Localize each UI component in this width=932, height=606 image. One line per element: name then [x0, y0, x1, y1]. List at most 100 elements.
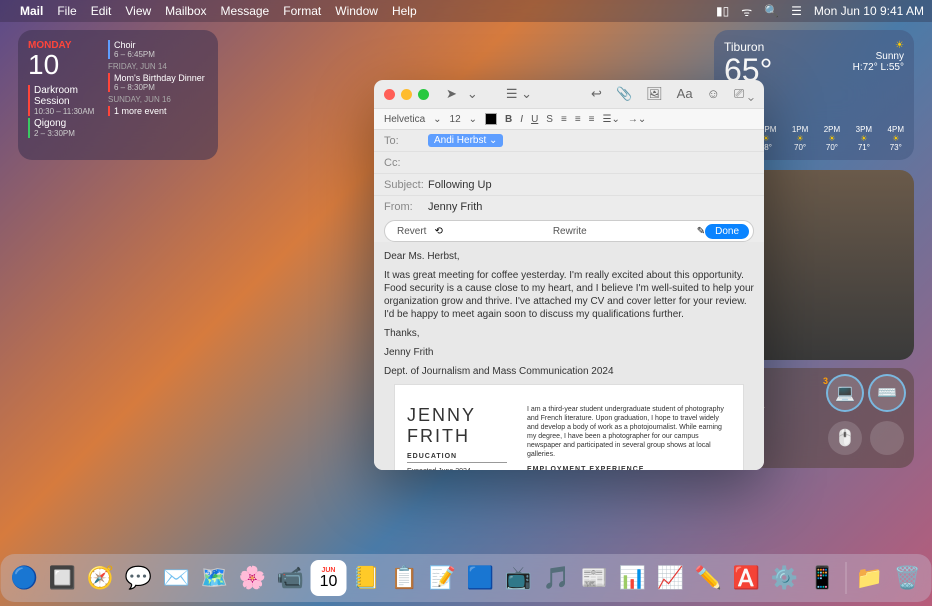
bold-button[interactable]: B: [505, 114, 512, 125]
dock-notes[interactable]: 📝: [425, 560, 461, 596]
control-center-icon[interactable]: ☰: [791, 4, 802, 18]
photo-icon[interactable]: 🖼: [646, 86, 663, 102]
rewrite-label: Rewrite: [443, 226, 697, 237]
dock-trash[interactable]: 🗑️: [890, 560, 926, 596]
from-label: From:: [384, 201, 428, 213]
dock: 🔵 🔲 🧭 💬 ✉️ 🗺️ 🌸 📹 JUN10 📒 📋 📝 🟦 📺 🎵 📰 📊 …: [1, 554, 932, 602]
dock-photos[interactable]: 🌸: [235, 560, 271, 596]
reply-icon[interactable]: ↩︎: [591, 86, 602, 102]
menu-message[interactable]: Message: [221, 4, 270, 18]
list-icon[interactable]: ☰⌄: [603, 114, 620, 125]
event-time: 2 – 3:30PM: [34, 129, 108, 138]
wifi-icon[interactable]: ᯤ: [741, 3, 752, 20]
subject-field[interactable]: Following Up: [428, 179, 492, 191]
menu-help[interactable]: Help: [392, 4, 417, 18]
align-right-icon[interactable]: ≡: [589, 114, 595, 125]
event-title: Mom's Birthday Dinner: [114, 73, 208, 83]
markup-icon[interactable]: ⎚ ⌄: [734, 86, 754, 102]
from-field[interactable]: Jenny Frith: [428, 201, 482, 213]
zoom-button[interactable]: [418, 89, 429, 100]
keyboard-icon[interactable]: ⌨️: [870, 376, 904, 410]
dock-news[interactable]: 📰: [577, 560, 613, 596]
attachment-preview[interactable]: JENNYFRITH EDUCATION Expected June 2024 …: [394, 384, 744, 470]
dock-finder[interactable]: 🔵: [7, 560, 43, 596]
dock-iphone-mirror[interactable]: 📱: [805, 560, 841, 596]
dock-launchpad[interactable]: 🔲: [45, 560, 81, 596]
dock-appstore[interactable]: 🅰️: [729, 560, 765, 596]
to-chip[interactable]: Andi Herbst ⌄: [428, 134, 503, 147]
menu-file[interactable]: File: [57, 4, 76, 18]
dock-contacts[interactable]: 📒: [349, 560, 385, 596]
day-label: FRIDAY, JUN 14: [108, 62, 208, 71]
clock[interactable]: Mon Jun 10 9:41 AM: [814, 4, 924, 18]
menu-mailbox[interactable]: Mailbox: [165, 4, 206, 18]
italic-button[interactable]: I: [520, 114, 523, 125]
attachment-name: JENNYFRITH: [407, 405, 507, 447]
dock-keynote[interactable]: 📊: [615, 560, 651, 596]
body-signature: Jenny Frith: [384, 346, 754, 359]
body-thanks: Thanks,: [384, 327, 754, 340]
laptop-icon[interactable]: 💻: [828, 376, 862, 410]
align-left-icon[interactable]: ≡: [561, 114, 567, 125]
event-title: Choir: [114, 40, 208, 50]
dock-messages[interactable]: 💬: [121, 560, 157, 596]
rewrite-icon[interactable]: ✎: [697, 226, 705, 237]
dock-downloads[interactable]: 📁: [852, 560, 888, 596]
subject-label: Subject:: [384, 179, 428, 191]
dock-facetime[interactable]: 📹: [273, 560, 309, 596]
dock-maps[interactable]: 🗺️: [197, 560, 233, 596]
dock-calendar[interactable]: JUN10: [311, 560, 347, 596]
sun-icon: ☀︎: [853, 40, 904, 51]
header-fields-icon[interactable]: ☰ ⌄: [506, 86, 532, 102]
empty-icon[interactable]: [870, 421, 904, 455]
minimize-button[interactable]: [401, 89, 412, 100]
section-header: EDUCATION: [407, 453, 507, 463]
underline-button[interactable]: U: [531, 114, 538, 125]
indent-icon[interactable]: →⌄: [628, 114, 646, 125]
edu-entry: Expected June 2024 BACHELOR OF FINE ARTS…: [407, 467, 507, 470]
revert-button[interactable]: Revert: [389, 224, 434, 239]
emoji-icon[interactable]: ☺: [707, 86, 720, 102]
align-center-icon[interactable]: ≡: [575, 114, 581, 125]
dock-reminders[interactable]: 📋: [387, 560, 423, 596]
battery-icon[interactable]: ▮▯: [716, 4, 729, 18]
menu-window[interactable]: Window: [335, 4, 378, 18]
strike-button[interactable]: S: [546, 114, 553, 125]
titlebar[interactable]: ➤ ⌄ ☰ ⌄ ↩︎ 📎 🖼 Aa ☺ ⎚ ⌄: [374, 80, 764, 108]
send-icon[interactable]: ➤: [446, 86, 457, 102]
event-time: 10:30 – 11:30AM: [34, 107, 108, 116]
calendar-day: 10: [28, 51, 108, 79]
dock-safari[interactable]: 🧭: [83, 560, 119, 596]
font-select[interactable]: Helvetica: [384, 114, 425, 125]
dock-music[interactable]: 🎵: [539, 560, 575, 596]
close-button[interactable]: [384, 89, 395, 100]
chevron-down-icon[interactable]: ⌄: [433, 114, 441, 125]
dock-freeform[interactable]: 🟦: [463, 560, 499, 596]
menu-view[interactable]: View: [125, 4, 151, 18]
mouse-icon[interactable]: 🖱️: [828, 421, 862, 455]
attach-icon[interactable]: 📎: [616, 86, 632, 102]
size-select[interactable]: 12: [450, 114, 461, 125]
dock-settings[interactable]: ⚙️: [767, 560, 803, 596]
menu-edit[interactable]: Edit: [91, 4, 112, 18]
app-menu[interactable]: Mail: [20, 4, 43, 18]
body-signature2: Dept. of Journalism and Mass Communicati…: [384, 365, 754, 378]
event-title: 1 more event: [114, 106, 208, 116]
message-body[interactable]: Dear Ms. Herbst, It was great meeting fo…: [374, 242, 764, 470]
dock-pages[interactable]: ✏️: [691, 560, 727, 596]
spotlight-icon[interactable]: 🔍: [764, 4, 779, 18]
calendar-widget[interactable]: MONDAY 10 Darkroom Session10:30 – 11:30A…: [18, 30, 218, 160]
dock-tv[interactable]: 📺: [501, 560, 537, 596]
revert-icon[interactable]: ⟲: [434, 226, 442, 237]
format-icon[interactable]: Aa: [677, 86, 693, 102]
compose-window: ➤ ⌄ ☰ ⌄ ↩︎ 📎 🖼 Aa ☺ ⎚ ⌄ Helvetica ⌄ 12 ⌄ B…: [374, 80, 764, 470]
menu-format[interactable]: Format: [283, 4, 321, 18]
event-title: Qigong: [34, 118, 108, 129]
chevron-down-icon[interactable]: ⌄: [467, 86, 478, 102]
weather-condition: Sunny: [853, 51, 904, 62]
color-swatch[interactable]: [485, 113, 497, 125]
dock-mail[interactable]: ✉️: [159, 560, 195, 596]
chevron-down-icon[interactable]: ⌄: [469, 114, 477, 125]
dock-numbers[interactable]: 📈: [653, 560, 689, 596]
done-button[interactable]: Done: [705, 224, 749, 239]
